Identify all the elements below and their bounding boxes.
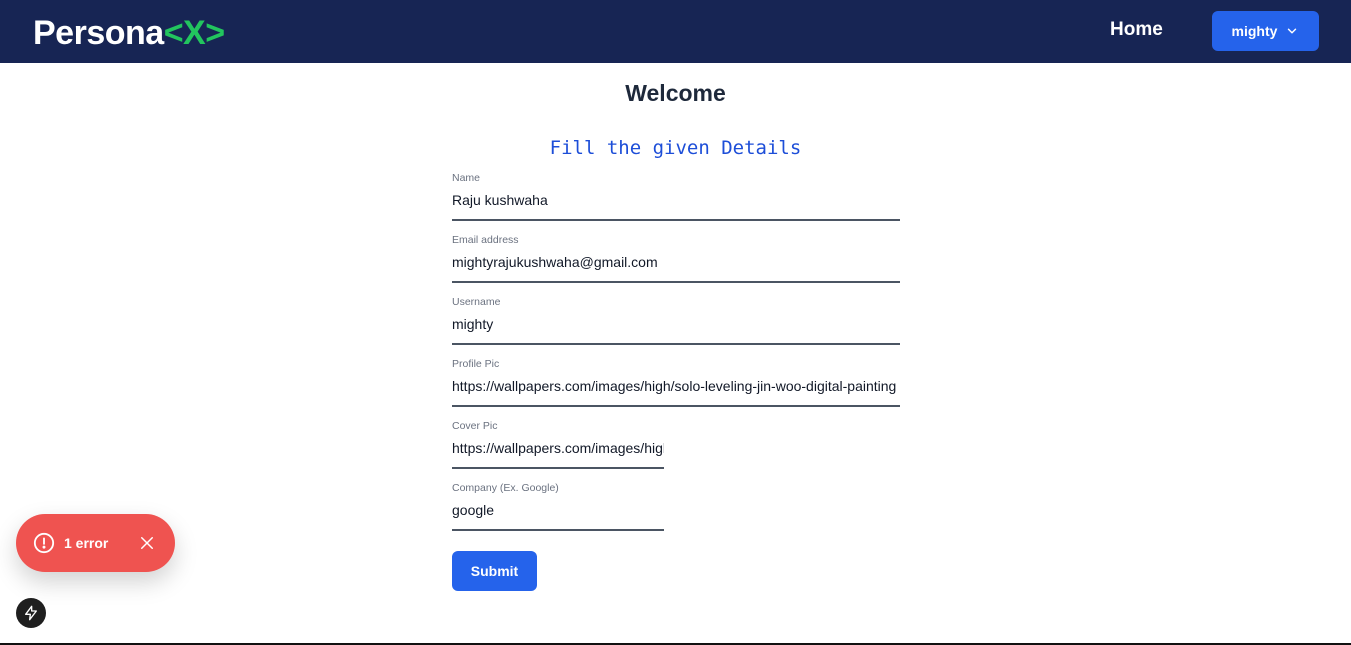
name-input[interactable]: [452, 190, 900, 210]
brand-logo[interactable]: Persona<X>: [33, 13, 225, 53]
page-title: Welcome: [625, 80, 726, 106]
username-field: Username: [452, 295, 900, 345]
profile-pic-input[interactable]: [452, 376, 900, 396]
name-field: Name: [452, 171, 900, 221]
devtools-button[interactable]: [16, 598, 46, 628]
error-count-label[interactable]: 1 error: [64, 534, 108, 552]
alert-circle-icon: [33, 532, 55, 554]
username-input[interactable]: [452, 314, 900, 334]
username-underline: [452, 343, 900, 345]
user-menu-label: mighty: [1231, 23, 1278, 39]
user-menu-button[interactable]: mighty: [1212, 11, 1319, 51]
username-label: Username: [452, 296, 501, 308]
navbar: Persona<X> Home mighty: [0, 0, 1351, 63]
cover-pic-label: Cover Pic: [452, 420, 498, 432]
lightning-icon: [25, 605, 37, 621]
email-label: Email address: [452, 234, 519, 246]
company-underline: [452, 529, 664, 531]
chevron-down-icon: [1288, 28, 1297, 34]
company-label: Company (Ex. Google): [452, 482, 559, 494]
brand-name: Persona: [33, 14, 164, 52]
brand-accent: <X>: [163, 14, 225, 52]
company-field: Company (Ex. Google): [452, 481, 664, 531]
email-input[interactable]: [452, 252, 900, 272]
profile-pic-label: Profile Pic: [452, 358, 500, 370]
cover-pic-input[interactable]: [452, 438, 664, 458]
email-field: Email address: [452, 233, 900, 283]
cover-pic-underline: [452, 467, 664, 469]
close-icon[interactable]: [138, 534, 156, 552]
profile-pic-field: Profile Pic: [452, 357, 900, 407]
name-underline: [452, 219, 900, 221]
submit-button[interactable]: Submit: [452, 551, 537, 591]
cover-pic-field: Cover Pic: [452, 419, 664, 469]
error-toast[interactable]: 1 error: [16, 514, 175, 572]
form-subtitle: Fill the given Details: [549, 137, 802, 159]
email-underline: [452, 281, 900, 283]
nav-home-link[interactable]: Home: [1110, 18, 1163, 42]
profile-pic-underline: [452, 405, 900, 407]
name-label: Name: [452, 172, 481, 184]
company-input[interactable]: [452, 500, 664, 520]
